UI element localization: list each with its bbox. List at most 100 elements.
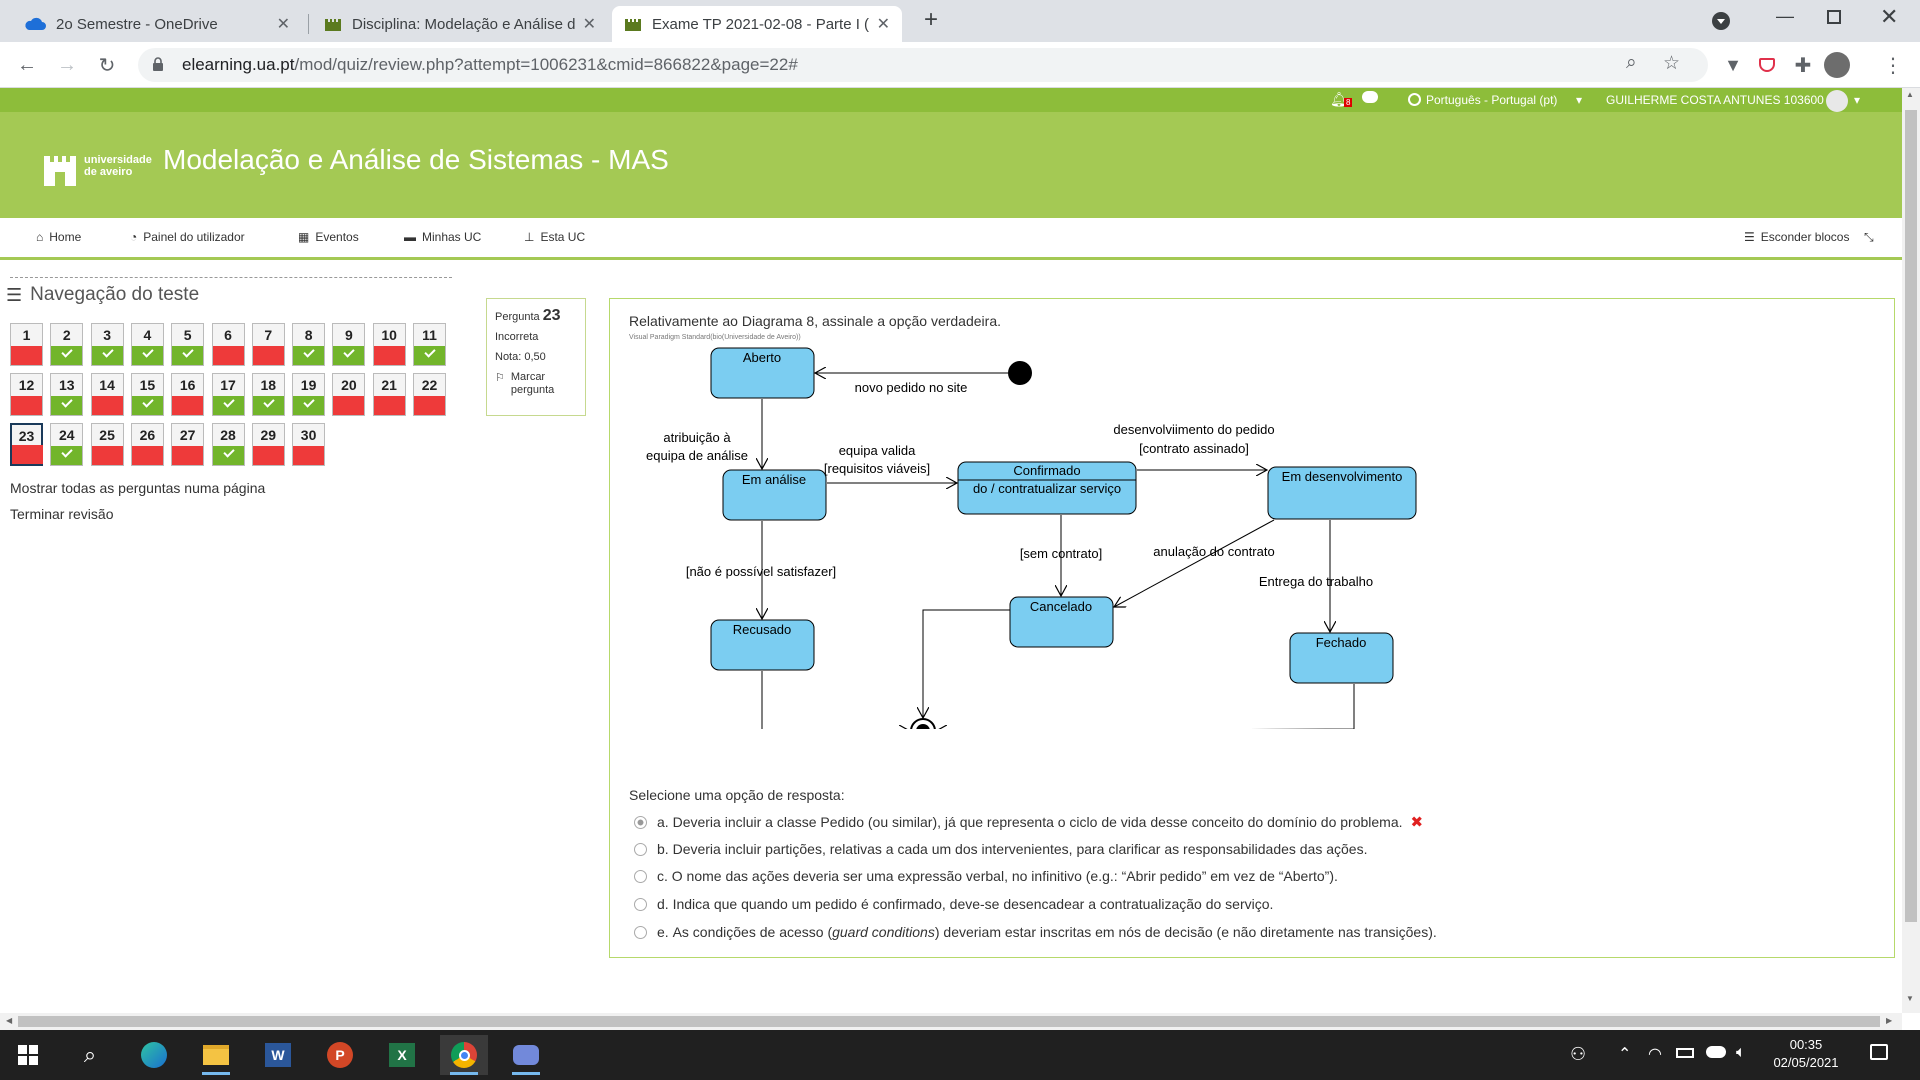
- chevron-down-icon[interactable]: ▾: [1854, 93, 1860, 107]
- word-icon[interactable]: W: [254, 1035, 302, 1075]
- quiz-nav-question-26[interactable]: 26: [130, 423, 164, 466]
- answer-option-c[interactable]: c. O nome das ações deveria ser uma expr…: [634, 868, 1338, 884]
- quiz-nav-question-15[interactable]: 15: [130, 373, 164, 416]
- onedrive-tray-icon[interactable]: [1706, 1046, 1726, 1058]
- back-icon[interactable]: ←: [12, 50, 42, 80]
- quiz-nav-question-13[interactable]: 13: [50, 373, 84, 416]
- close-window-icon[interactable]: ✕: [1880, 4, 1898, 30]
- language-menu[interactable]: Português - Portugal (pt): [1426, 93, 1557, 107]
- scroll-up-icon[interactable]: ▲: [1906, 90, 1914, 99]
- battery-icon[interactable]: [1676, 1048, 1694, 1058]
- quiz-nav-question-10[interactable]: 10: [372, 323, 406, 366]
- messages-icon[interactable]: [1362, 91, 1378, 103]
- quiz-nav-question-5[interactable]: 5: [171, 323, 205, 366]
- scroll-right-icon[interactable]: ▶: [1886, 1016, 1892, 1025]
- action-center-icon[interactable]: [1870, 1044, 1888, 1060]
- close-tab-icon[interactable]: ✕: [583, 14, 596, 34]
- discord-icon[interactable]: [502, 1035, 550, 1075]
- browser-menu-icon[interactable]: ⋮: [1878, 50, 1908, 80]
- excel-icon[interactable]: X: [378, 1035, 426, 1075]
- radio-b[interactable]: [634, 842, 647, 856]
- quiz-nav-question-25[interactable]: 25: [90, 423, 124, 466]
- quiz-nav-question-6[interactable]: 6: [211, 323, 245, 366]
- clock[interactable]: 00:35 02/05/2021: [1766, 1036, 1846, 1072]
- tab-disciplina[interactable]: Disciplina: Modelação e Análise de Siste…: [312, 6, 608, 42]
- quiz-nav-question-23[interactable]: 23: [10, 423, 43, 466]
- quiz-nav-question-24[interactable]: 24: [50, 423, 84, 466]
- wifi-icon[interactable]: ◠: [1648, 1044, 1662, 1064]
- quiz-nav-question-4[interactable]: 4: [130, 323, 164, 366]
- quiz-nav-question-9[interactable]: 9: [332, 323, 366, 366]
- hscroll-thumb[interactable]: [18, 1016, 1880, 1027]
- restore-icon[interactable]: [1827, 10, 1841, 24]
- quiz-nav-question-20[interactable]: 20: [332, 373, 366, 416]
- quiz-nav-question-21[interactable]: 21: [372, 373, 406, 416]
- chrome-icon[interactable]: [440, 1035, 488, 1075]
- scroll-left-icon[interactable]: ◀: [6, 1016, 12, 1025]
- radio-d[interactable]: [634, 897, 647, 911]
- quiz-nav-question-14[interactable]: 14: [90, 373, 124, 416]
- scroll-down-icon[interactable]: ▼: [1906, 994, 1914, 1003]
- minimize-icon[interactable]: —: [1776, 6, 1794, 27]
- windows-start-icon[interactable]: [4, 1035, 52, 1075]
- extensions-puzzle-icon[interactable]: ✚: [1788, 50, 1818, 80]
- hide-blocks-button[interactable]: ☰ Esconder blocos: [1744, 230, 1849, 244]
- edge-icon[interactable]: [130, 1035, 178, 1075]
- show-all-link[interactable]: Mostrar todas as perguntas numa página: [10, 480, 265, 496]
- quiz-nav-question-7[interactable]: 7: [251, 323, 285, 366]
- powerpoint-icon[interactable]: P: [316, 1035, 364, 1075]
- answer-option-d[interactable]: d. Indica que quando um pedido é confirm…: [634, 896, 1273, 912]
- zoom-icon[interactable]: ⌕: [1626, 52, 1637, 74]
- new-tab-icon[interactable]: +: [924, 6, 938, 34]
- nav-events[interactable]: ▦ Eventos: [298, 230, 359, 244]
- answer-option-b[interactable]: b. Deveria incluir partições, relativas …: [634, 841, 1368, 857]
- quiz-nav-question-8[interactable]: 8: [292, 323, 326, 366]
- profile-avatar-icon[interactable]: [1822, 50, 1852, 80]
- quiz-nav-question-30[interactable]: 30: [292, 423, 326, 466]
- nav-this-course[interactable]: ⊥ Esta UC: [524, 230, 585, 244]
- quiz-nav-question-19[interactable]: 19: [292, 373, 326, 416]
- quiz-nav-question-18[interactable]: 18: [251, 373, 285, 416]
- people-icon[interactable]: ⚇: [1570, 1044, 1586, 1065]
- answer-option-e[interactable]: e. As condições de acesso (guard conditi…: [634, 924, 1437, 940]
- search-icon[interactable]: ⌕: [66, 1035, 114, 1075]
- quiz-nav-question-3[interactable]: 3: [90, 323, 124, 366]
- user-avatar[interactable]: [1826, 90, 1848, 112]
- close-tab-icon[interactable]: ✕: [277, 14, 290, 34]
- forward-icon[interactable]: →: [52, 50, 82, 80]
- quiz-nav-question-12[interactable]: 12: [10, 373, 43, 416]
- close-tab-icon[interactable]: ✕: [877, 14, 890, 34]
- volume-icon[interactable]: 🔈︎: [1736, 1044, 1746, 1062]
- bookmark-star-icon[interactable]: ☆: [1663, 52, 1680, 75]
- nav-my-courses[interactable]: ▬ Minhas UC: [404, 230, 481, 244]
- reload-icon[interactable]: ↻: [92, 50, 122, 80]
- nav-dashboard[interactable]: ◔ Painel do utilizador: [130, 230, 245, 244]
- url-bar[interactable]: elearning.ua.pt/mod/quiz/review.php?atte…: [138, 48, 1708, 82]
- answer-option-a[interactable]: a. Deveria incluir a classe Pedido (ou s…: [634, 813, 1423, 831]
- scroll-thumb[interactable]: [1905, 110, 1917, 922]
- chevron-up-icon[interactable]: ⌃: [1618, 1044, 1631, 1064]
- quiz-nav-question-1[interactable]: 1: [10, 323, 43, 366]
- tab-search-icon[interactable]: [1712, 12, 1730, 30]
- fullscreen-toggle-icon[interactable]: ⤡: [1864, 230, 1874, 245]
- horizontal-scrollbar[interactable]: ◀ ▶: [0, 1013, 1902, 1030]
- quiz-nav-question-11[interactable]: 11: [413, 323, 446, 366]
- file-explorer-icon[interactable]: [192, 1035, 240, 1075]
- vertical-scrollbar[interactable]: ▲ ▼: [1902, 88, 1920, 1013]
- radio-e[interactable]: [634, 925, 647, 939]
- hamburger-icon[interactable]: ☰: [6, 285, 22, 306]
- quiz-nav-question-17[interactable]: 17: [211, 373, 245, 416]
- quiz-nav-question-29[interactable]: 29: [251, 423, 285, 466]
- quiz-nav-question-2[interactable]: 2: [50, 323, 84, 366]
- extension-v-icon[interactable]: ▼: [1718, 50, 1748, 80]
- flag-question[interactable]: ⚐ Marcar pergunta: [495, 371, 577, 397]
- quiz-nav-question-16[interactable]: 16: [171, 373, 205, 416]
- radio-a[interactable]: [634, 815, 647, 829]
- finish-review-link[interactable]: Terminar revisão: [10, 506, 113, 522]
- nav-home[interactable]: ⌂ Home: [36, 230, 81, 244]
- quiz-nav-question-28[interactable]: 28: [211, 423, 245, 466]
- tab-onedrive[interactable]: 2o Semestre - OneDrive ✕: [12, 6, 302, 42]
- user-name[interactable]: GUILHERME COSTA ANTUNES 103600: [1606, 93, 1824, 107]
- tab-exame[interactable]: Exame TP 2021-02-08 - Parte I (E ✕: [612, 6, 902, 42]
- quiz-nav-question-22[interactable]: 22: [413, 373, 446, 416]
